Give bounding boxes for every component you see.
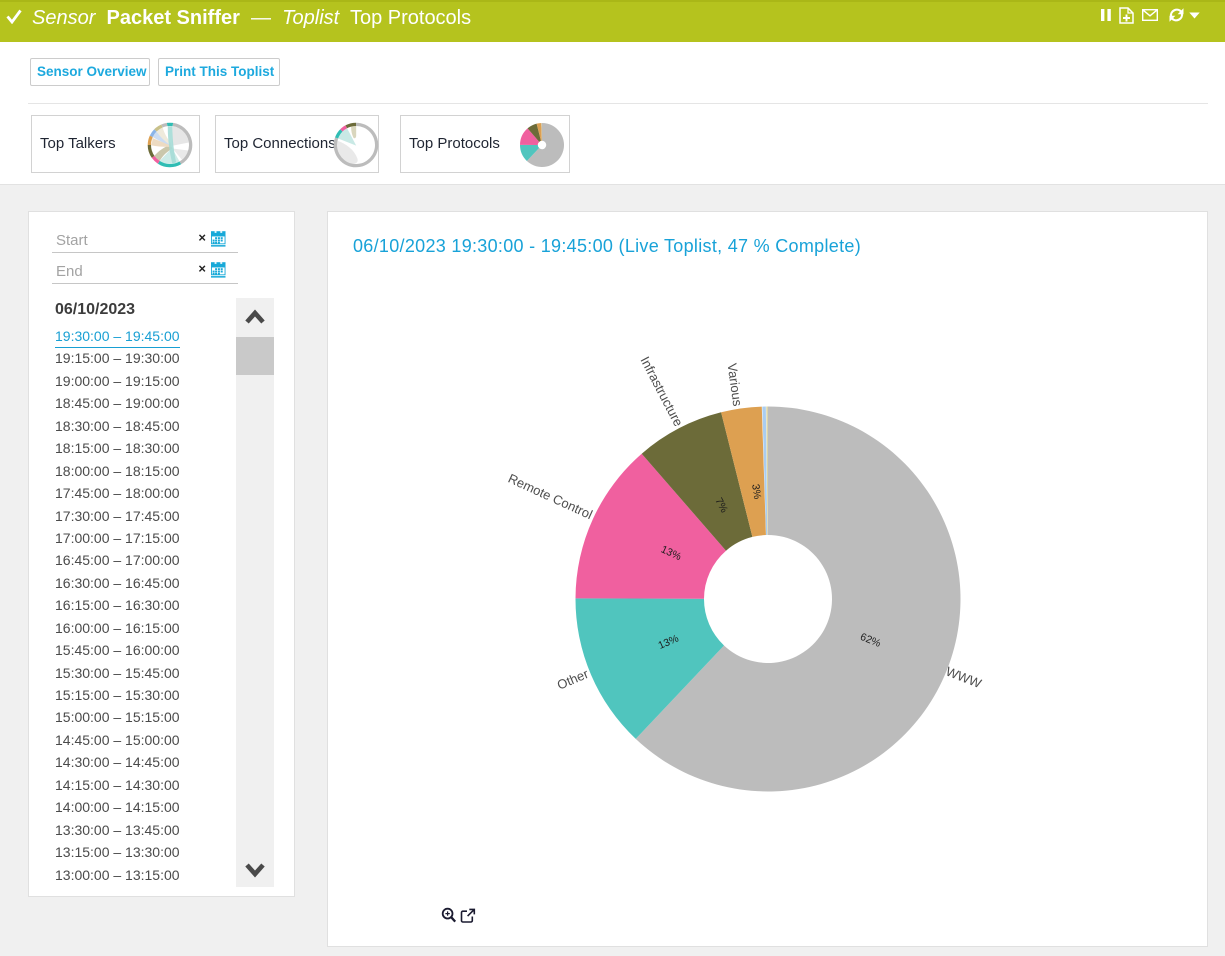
svg-text:3%: 3% — [749, 483, 763, 500]
svg-text:Other: Other — [555, 666, 591, 693]
svg-text:Infrastructure: Infrastructure — [637, 354, 686, 429]
svg-text:Remote Control: Remote Control — [506, 471, 595, 523]
svg-text:Various: Various — [724, 362, 745, 407]
svg-text:WWW: WWW — [944, 664, 984, 692]
